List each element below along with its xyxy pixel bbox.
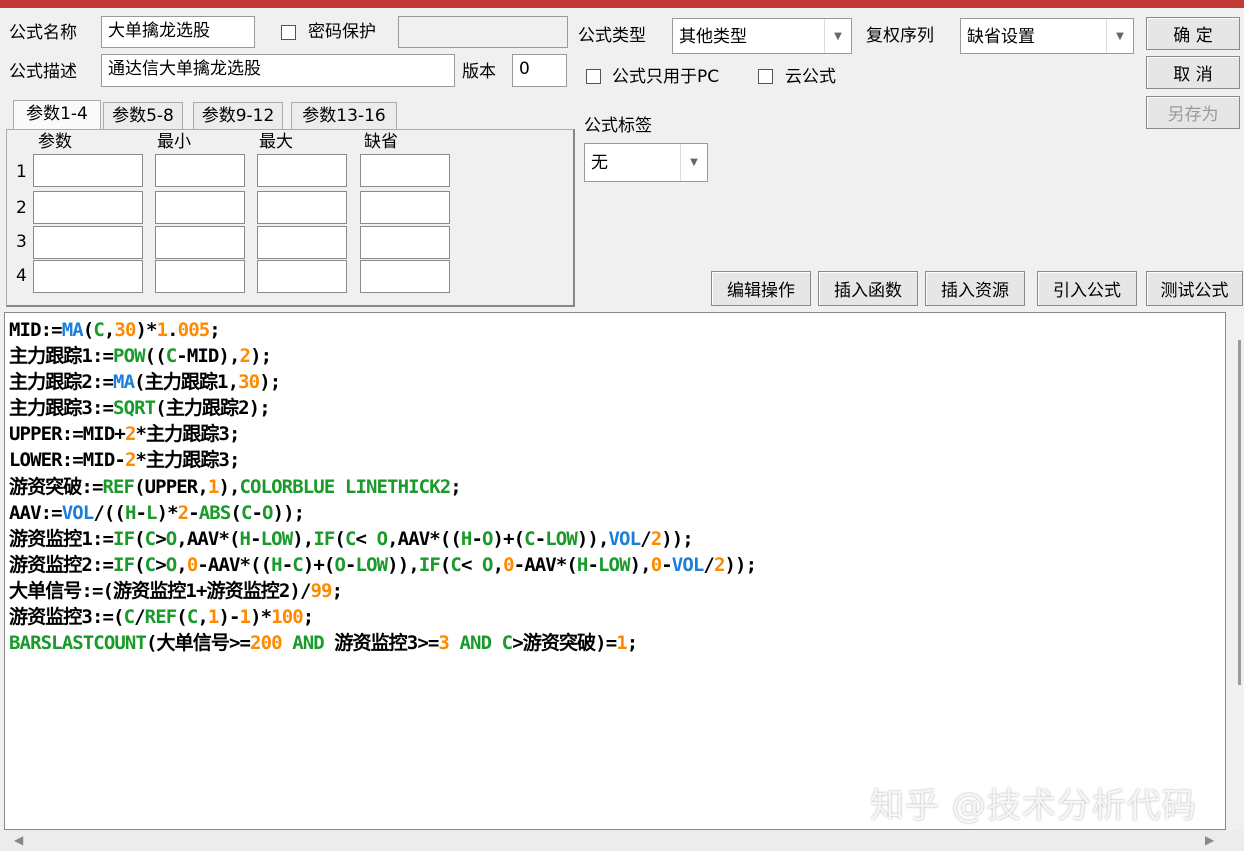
password-checkbox[interactable]	[281, 25, 296, 40]
code-line: LOWER:=MID-2*主力跟踪3;	[9, 449, 240, 472]
chevron-down-icon: ▼	[680, 144, 707, 181]
password-label: 密码保护	[308, 22, 376, 42]
import-formula-button[interactable]: 引入公式	[1037, 271, 1137, 306]
rights-value: 缺省设置	[967, 27, 1035, 47]
tag-select[interactable]: 无 ▼	[584, 143, 708, 182]
param-3-default[interactable]	[360, 226, 450, 259]
param-row-number: 2	[16, 198, 27, 218]
param-3-name[interactable]	[33, 226, 143, 259]
tab-params-13-16[interactable]: 参数13-16	[291, 102, 397, 130]
watermark: 知乎 @技术分析代码	[870, 786, 1197, 826]
password-input[interactable]	[398, 16, 568, 48]
save-as-button[interactable]: 另存为	[1146, 96, 1240, 129]
code-line: 主力跟踪2:=MA(主力跟踪1,30);	[9, 371, 281, 394]
vertical-scrollbar[interactable]	[1226, 312, 1244, 830]
pc-only-checkbox[interactable]	[586, 69, 601, 84]
param-row-number: 3	[16, 232, 27, 252]
code-line: 游资监控3:=(C/REF(C,1)-1)*100;	[9, 606, 314, 629]
cloud-label: 云公式	[785, 67, 836, 87]
tab-params-9-12[interactable]: 参数9-12	[193, 102, 283, 130]
param-2-name[interactable]	[33, 191, 143, 224]
tag-value: 无	[591, 153, 608, 173]
formula-name-label: 公式名称	[9, 23, 77, 43]
formula-desc-input[interactable]: 通达信大单擒龙选股	[101, 54, 455, 87]
param-1-default[interactable]	[360, 154, 450, 187]
param-4-max[interactable]	[257, 260, 347, 293]
param-3-min[interactable]	[155, 226, 245, 259]
tab-params-1-4[interactable]: 参数1-4	[13, 100, 101, 130]
chevron-down-icon: ▼	[824, 19, 851, 53]
param-1-max[interactable]	[257, 154, 347, 187]
code-line: MID:=MA(C,30)*1.005;	[9, 319, 221, 341]
code-line: 游资监控1:=IF(C>O,AAV*(H-LOW),IF(C< O,AAV*((…	[9, 527, 694, 550]
param-header-min: 最小	[157, 132, 191, 152]
param-header-max: 最大	[259, 132, 293, 152]
code-editor[interactable]: MID:=MA(C,30)*1.005; 主力跟踪1:=POW((C-MID),2…	[4, 312, 1226, 830]
edit-ops-button[interactable]: 编辑操作	[711, 271, 811, 306]
scroll-left-icon[interactable]: ◀	[14, 833, 23, 847]
code-line: 主力跟踪3:=SQRT(主力跟踪2);	[9, 397, 271, 420]
formula-name-input[interactable]: 大单擒龙选股	[101, 16, 255, 48]
window-title-bar	[0, 0, 1244, 8]
pc-only-label: 公式只用于PC	[612, 67, 720, 87]
horizontal-scrollbar[interactable]: ◀ ▶	[0, 830, 1244, 851]
formula-desc-label: 公式描述	[9, 62, 77, 82]
insert-resource-button[interactable]: 插入资源	[925, 271, 1025, 306]
test-formula-button[interactable]: 测试公式	[1146, 271, 1243, 306]
formula-type-select[interactable]: 其他类型 ▼	[672, 18, 852, 54]
code-line: AAV:=VOL/((H-L)*2-ABS(C-O));	[9, 501, 305, 524]
param-row-number: 4	[16, 266, 27, 286]
ok-button[interactable]: 确 定	[1146, 17, 1240, 50]
param-1-name[interactable]	[33, 154, 143, 187]
code-text: MID:=MA(C,30)*1.005; 主力跟踪1:=POW((C-MID),2…	[9, 317, 757, 656]
rights-select[interactable]: 缺省设置 ▼	[960, 18, 1134, 54]
param-3-max[interactable]	[257, 226, 347, 259]
chevron-down-icon: ▼	[1106, 19, 1133, 53]
insert-function-button[interactable]: 插入函数	[818, 271, 918, 306]
param-row-number: 1	[16, 162, 27, 182]
code-line: 主力跟踪1:=POW((C-MID),2);	[9, 345, 272, 368]
param-4-default[interactable]	[360, 260, 450, 293]
tag-label: 公式标签	[584, 116, 652, 136]
param-2-min[interactable]	[155, 191, 245, 224]
scroll-right-icon[interactable]: ▶	[1205, 833, 1214, 847]
param-header-default: 缺省	[364, 132, 398, 152]
param-2-max[interactable]	[257, 191, 347, 224]
tab-params-5-8[interactable]: 参数5-8	[103, 102, 183, 130]
version-label: 版本	[462, 62, 496, 82]
version-input[interactable]: 0	[512, 54, 567, 87]
param-1-min[interactable]	[155, 154, 245, 187]
code-line: 游资监控2:=IF(C>O,0-AAV*((H-C)+(O-LOW)),IF(C…	[9, 553, 757, 576]
code-line: BARSLASTCOUNT(大单信号>=200 AND 游资监控3>=3 AND…	[9, 632, 638, 655]
formula-type-label: 公式类型	[578, 26, 646, 46]
cloud-checkbox[interactable]	[758, 69, 773, 84]
param-2-default[interactable]	[360, 191, 450, 224]
code-line: UPPER:=MID+2*主力跟踪3;	[9, 423, 240, 446]
param-header-name: 参数	[38, 132, 72, 152]
param-4-name[interactable]	[33, 260, 143, 293]
rights-label: 复权序列	[866, 26, 934, 46]
code-line: 游资突破:=REF(UPPER,1),COLORBLUE LINETHICK2;	[9, 475, 462, 498]
formula-type-value: 其他类型	[679, 27, 747, 47]
cancel-button[interactable]: 取 消	[1146, 56, 1240, 89]
scrollbar-thumb[interactable]	[1238, 340, 1241, 685]
param-4-min[interactable]	[155, 260, 245, 293]
code-line: 大单信号:=(游资监控1+游资监控2)/99;	[9, 579, 343, 602]
